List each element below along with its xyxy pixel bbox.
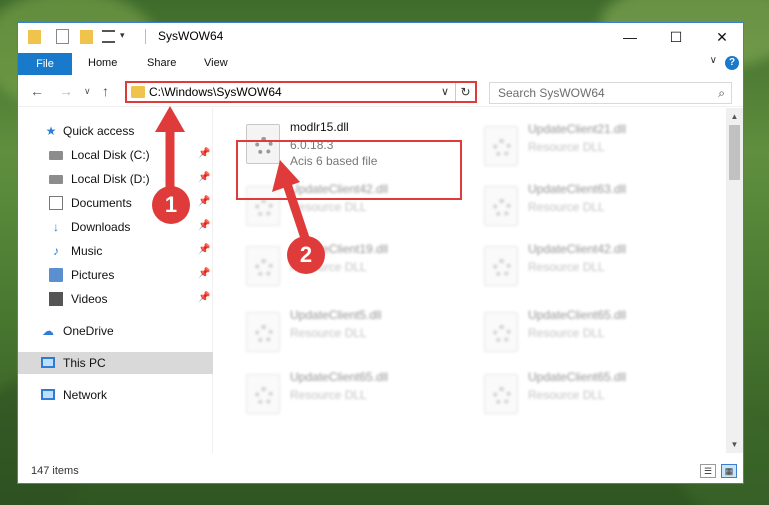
callout-1: 1: [152, 186, 190, 224]
callout-2: 2: [287, 236, 325, 274]
annotation-arrows: [155, 106, 310, 243]
arrow-to-address-bar: [155, 106, 185, 195]
arrow-to-file: [272, 160, 310, 243]
